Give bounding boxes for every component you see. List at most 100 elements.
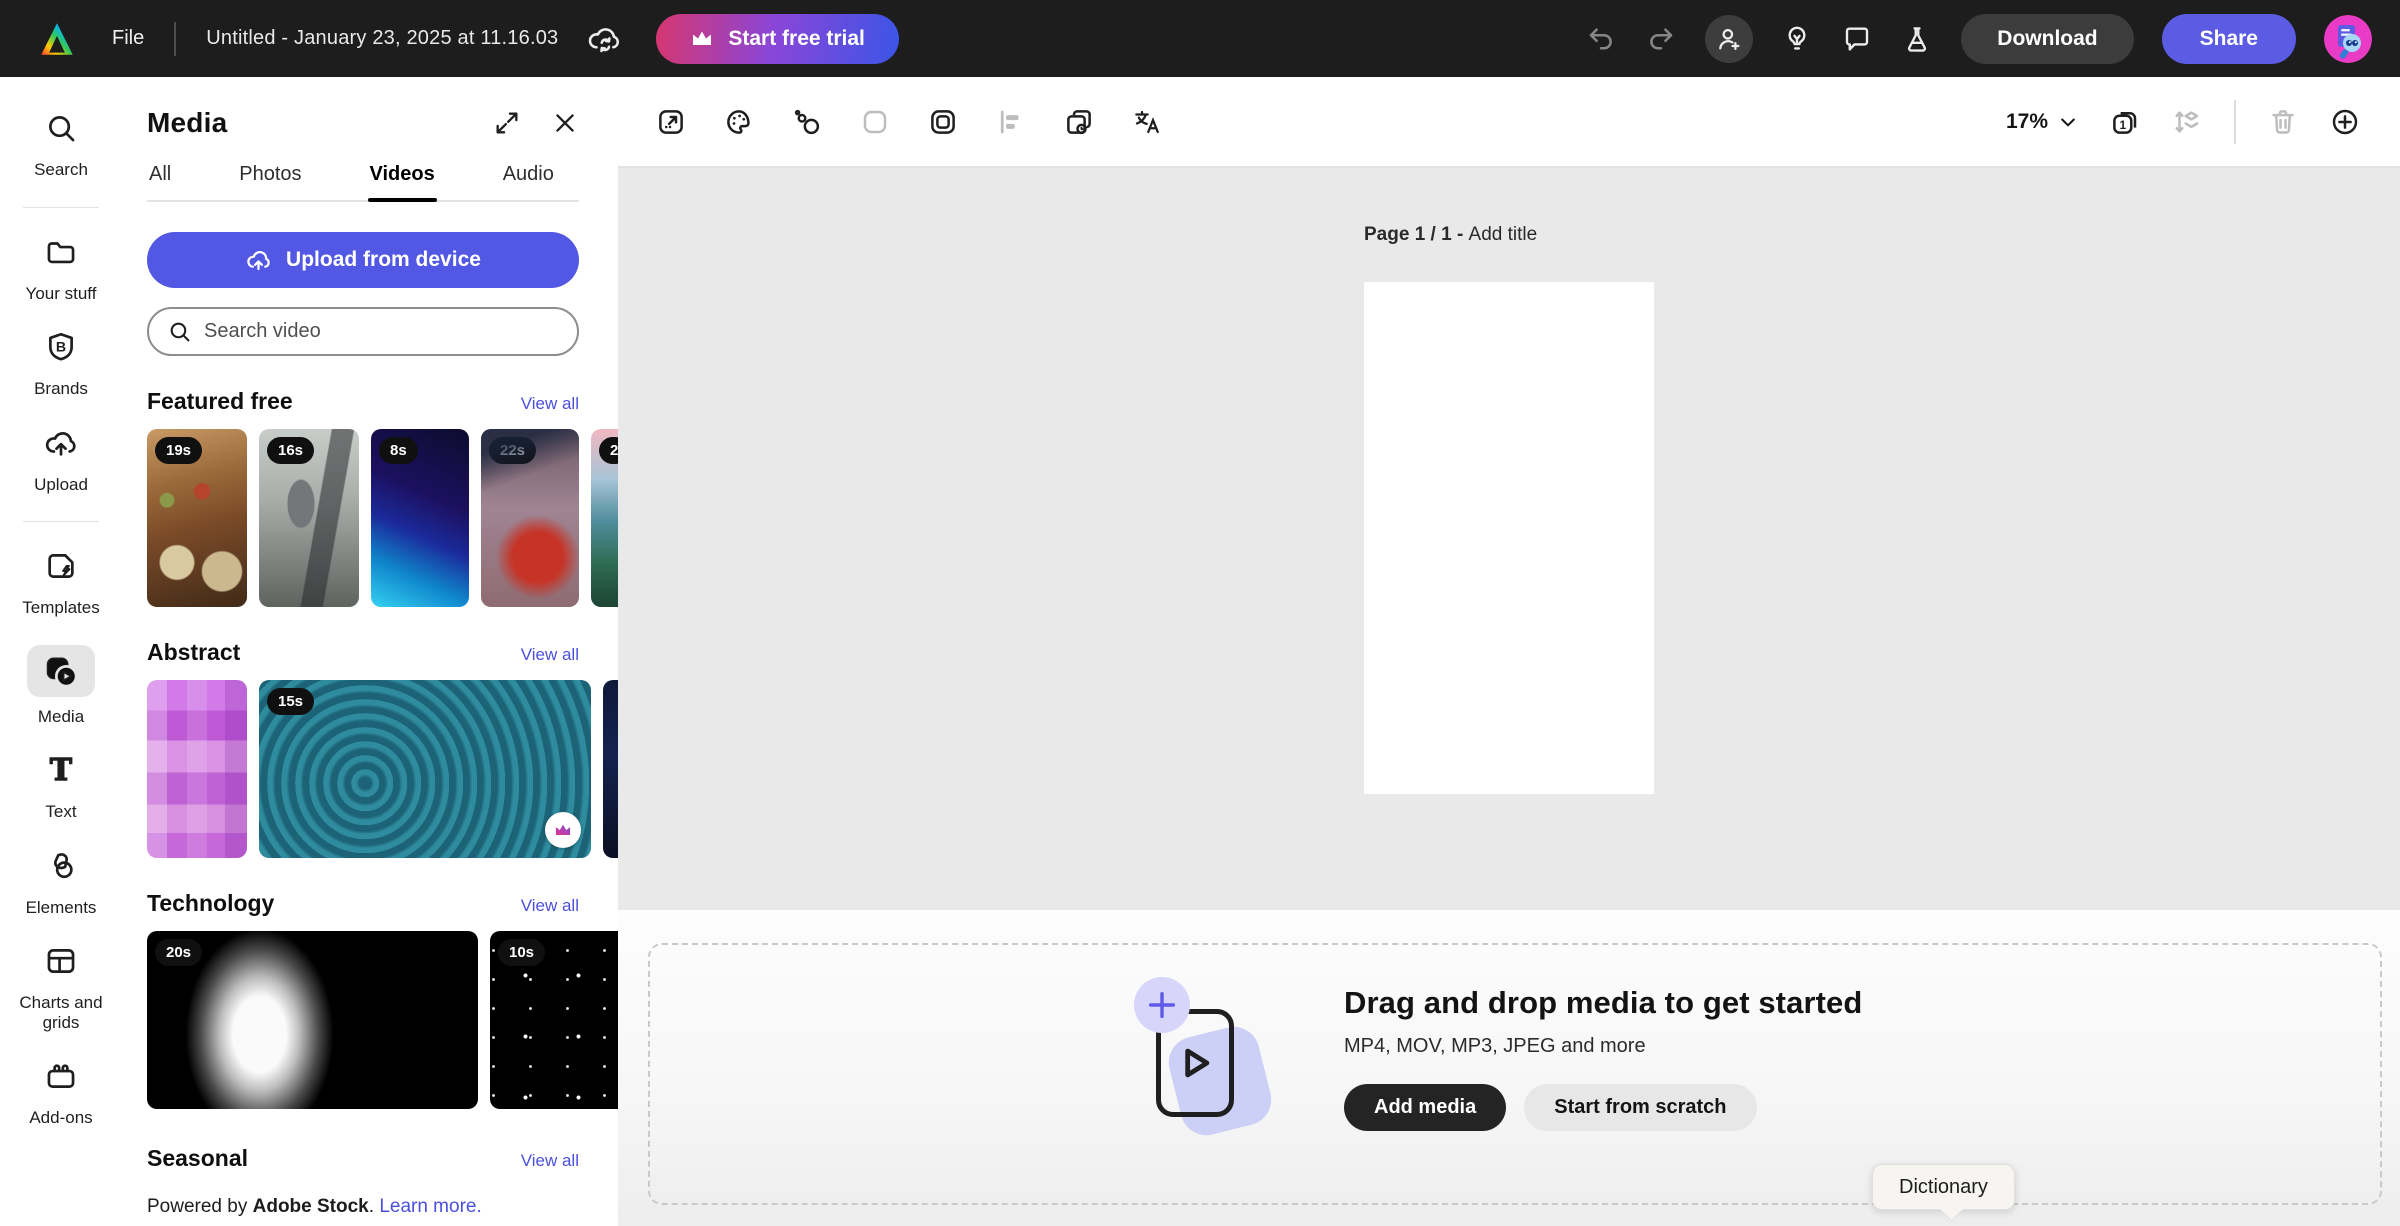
brand-shield-icon: B	[44, 330, 78, 369]
add-title-placeholder[interactable]: Add title	[1469, 224, 1538, 245]
duration-badge: 16s	[267, 437, 315, 464]
reorder-pages-icon[interactable]	[2172, 107, 2202, 137]
video-thumbnail[interactable]: 22s	[481, 429, 579, 607]
duration-badge: 8s	[379, 437, 418, 464]
download-button[interactable]: Download	[1961, 13, 2134, 64]
zoom-control[interactable]: 17%	[2006, 110, 2078, 134]
file-menu[interactable]: File	[112, 27, 144, 50]
align-icon[interactable]	[996, 107, 1026, 137]
adobe-express-logo-icon[interactable]	[36, 18, 78, 60]
panel-title: Media	[147, 107, 228, 138]
frame-icon[interactable]	[928, 107, 958, 137]
document-title[interactable]: Untitled - January 23, 2025 at 11.16.03	[206, 27, 558, 50]
view-all-abstract[interactable]: View all	[521, 645, 579, 665]
sidebar-item-text[interactable]: T Text	[2, 752, 120, 822]
lightbulb-icon[interactable]	[1781, 23, 1813, 55]
tooltip-tail	[1939, 1197, 1964, 1222]
sidebar-item-charts-and-grids[interactable]: Charts and grids	[2, 944, 120, 1032]
sidebar-item-search[interactable]: Search	[2, 111, 120, 180]
learn-more-link[interactable]: Learn more.	[379, 1196, 481, 1217]
media-tabs: All Photos Videos Audio	[147, 163, 579, 202]
resize-icon[interactable]	[656, 107, 686, 137]
media-search-box[interactable]	[147, 307, 579, 356]
search-video-input[interactable]	[204, 320, 559, 343]
document-page[interactable]	[1364, 282, 1654, 794]
search-icon	[44, 111, 78, 150]
video-thumbnail[interactable]	[147, 680, 247, 858]
text-icon: T	[44, 752, 78, 792]
video-thumbnail[interactable]	[603, 680, 618, 858]
upload-from-device-button[interactable]: Upload from device	[147, 232, 579, 288]
media-panel: Media All Photos Videos Audio Upload fro…	[122, 77, 618, 1226]
duration-badge: 10s	[498, 939, 546, 966]
view-all-featured-free[interactable]: View all	[521, 394, 579, 414]
rail-divider	[23, 521, 99, 523]
sidebar-item-your-stuff[interactable]: Your stuff	[2, 235, 120, 304]
close-panel-icon[interactable]	[551, 109, 579, 137]
cloud-sync-icon[interactable]	[586, 21, 622, 57]
cloud-upload-icon	[245, 247, 272, 274]
duration-badge: 19s	[155, 437, 203, 464]
svg-text:T: T	[50, 753, 72, 787]
labs-flask-icon[interactable]	[1901, 23, 1933, 55]
drag-drop-zone[interactable]: Drag and drop media to get started MP4, …	[648, 943, 2382, 1205]
start-free-trial-button[interactable]: Start free trial	[656, 13, 899, 64]
add-media-button[interactable]: Add media	[1344, 1084, 1507, 1131]
expand-panel-icon[interactable]	[493, 109, 521, 137]
charts-grid-icon	[44, 944, 78, 983]
tab-photos[interactable]: Photos	[237, 163, 303, 200]
svg-text:1: 1	[2119, 117, 2126, 131]
add-ons-icon	[44, 1059, 78, 1098]
tab-audio[interactable]: Audio	[501, 163, 556, 200]
abstract-row: 15s	[147, 680, 618, 858]
pages-icon[interactable]: 1	[2110, 107, 2140, 137]
sidebar-item-templates[interactable]: Templates	[2, 549, 120, 618]
chevron-down-icon	[2058, 112, 2078, 132]
video-thumbnail[interactable]: 10s	[490, 931, 618, 1109]
section-title-seasonal: Seasonal	[147, 1145, 248, 1171]
video-thumbnail[interactable]: 2	[591, 429, 618, 607]
sidebar-item-brands[interactable]: B Brands	[2, 330, 120, 399]
video-thumbnail[interactable]: 16s	[259, 429, 359, 607]
color-theme-palette-icon[interactable]	[724, 107, 754, 137]
sidebar-item-add-ons[interactable]: Add-ons	[2, 1059, 120, 1128]
sidebar-item-upload[interactable]: Upload	[2, 426, 120, 495]
share-button[interactable]: Share	[2161, 13, 2296, 64]
add-page-icon[interactable]	[2330, 107, 2360, 137]
view-all-seasonal[interactable]: View all	[521, 1151, 579, 1171]
start-from-scratch-button[interactable]: Start from scratch	[1524, 1084, 1757, 1131]
rail-divider	[23, 206, 99, 208]
search-icon	[167, 319, 192, 344]
comments-icon[interactable]	[1841, 23, 1873, 55]
sidebar-item-elements[interactable]: Elements	[2, 849, 120, 918]
svg-text:B: B	[56, 339, 66, 355]
add-media-illustration-icon	[1134, 977, 1278, 1147]
duplicate-icon[interactable]	[1064, 107, 1094, 137]
video-thumbnail[interactable]: 19s	[147, 429, 247, 607]
timeline-drop-strip: Drag and drop media to get started MP4, …	[618, 910, 2400, 1226]
undo-icon[interactable]	[1585, 23, 1617, 55]
animate-icon[interactable]	[792, 107, 822, 137]
duration-badge: 20s	[155, 939, 203, 966]
delete-page-icon[interactable]	[2268, 107, 2298, 137]
dropzone-formats: MP4, MOV, MP3, JPEG and more	[1344, 1035, 1646, 1057]
canvas-toolbar: 17% 1	[618, 77, 2400, 168]
account-avatar[interactable]	[2324, 14, 2372, 63]
elements-icon	[44, 849, 78, 888]
cloud-upload-icon	[44, 426, 78, 465]
view-all-technology[interactable]: View all	[521, 896, 579, 916]
tab-all[interactable]: All	[147, 163, 173, 200]
video-thumbnail[interactable]: 20s	[147, 931, 478, 1109]
page-label[interactable]: Page 1 / 1 - Add title	[1364, 224, 1537, 246]
translate-icon[interactable]	[1132, 107, 1162, 137]
tab-videos[interactable]: Videos	[367, 163, 437, 202]
video-thumbnail[interactable]: 8s	[371, 429, 469, 607]
redo-icon[interactable]	[1645, 23, 1677, 55]
adobe-stock-brand: Adobe Stock	[252, 1196, 369, 1217]
sidebar-item-media[interactable]: Media	[2, 644, 120, 727]
canvas-view[interactable]: Page 1 / 1 - Add title	[618, 168, 2400, 910]
background-shape-icon[interactable]	[860, 107, 890, 137]
video-thumbnail[interactable]: 15s	[259, 680, 591, 858]
topbar-divider	[174, 21, 177, 56]
invite-people-button[interactable]	[1705, 14, 1754, 63]
